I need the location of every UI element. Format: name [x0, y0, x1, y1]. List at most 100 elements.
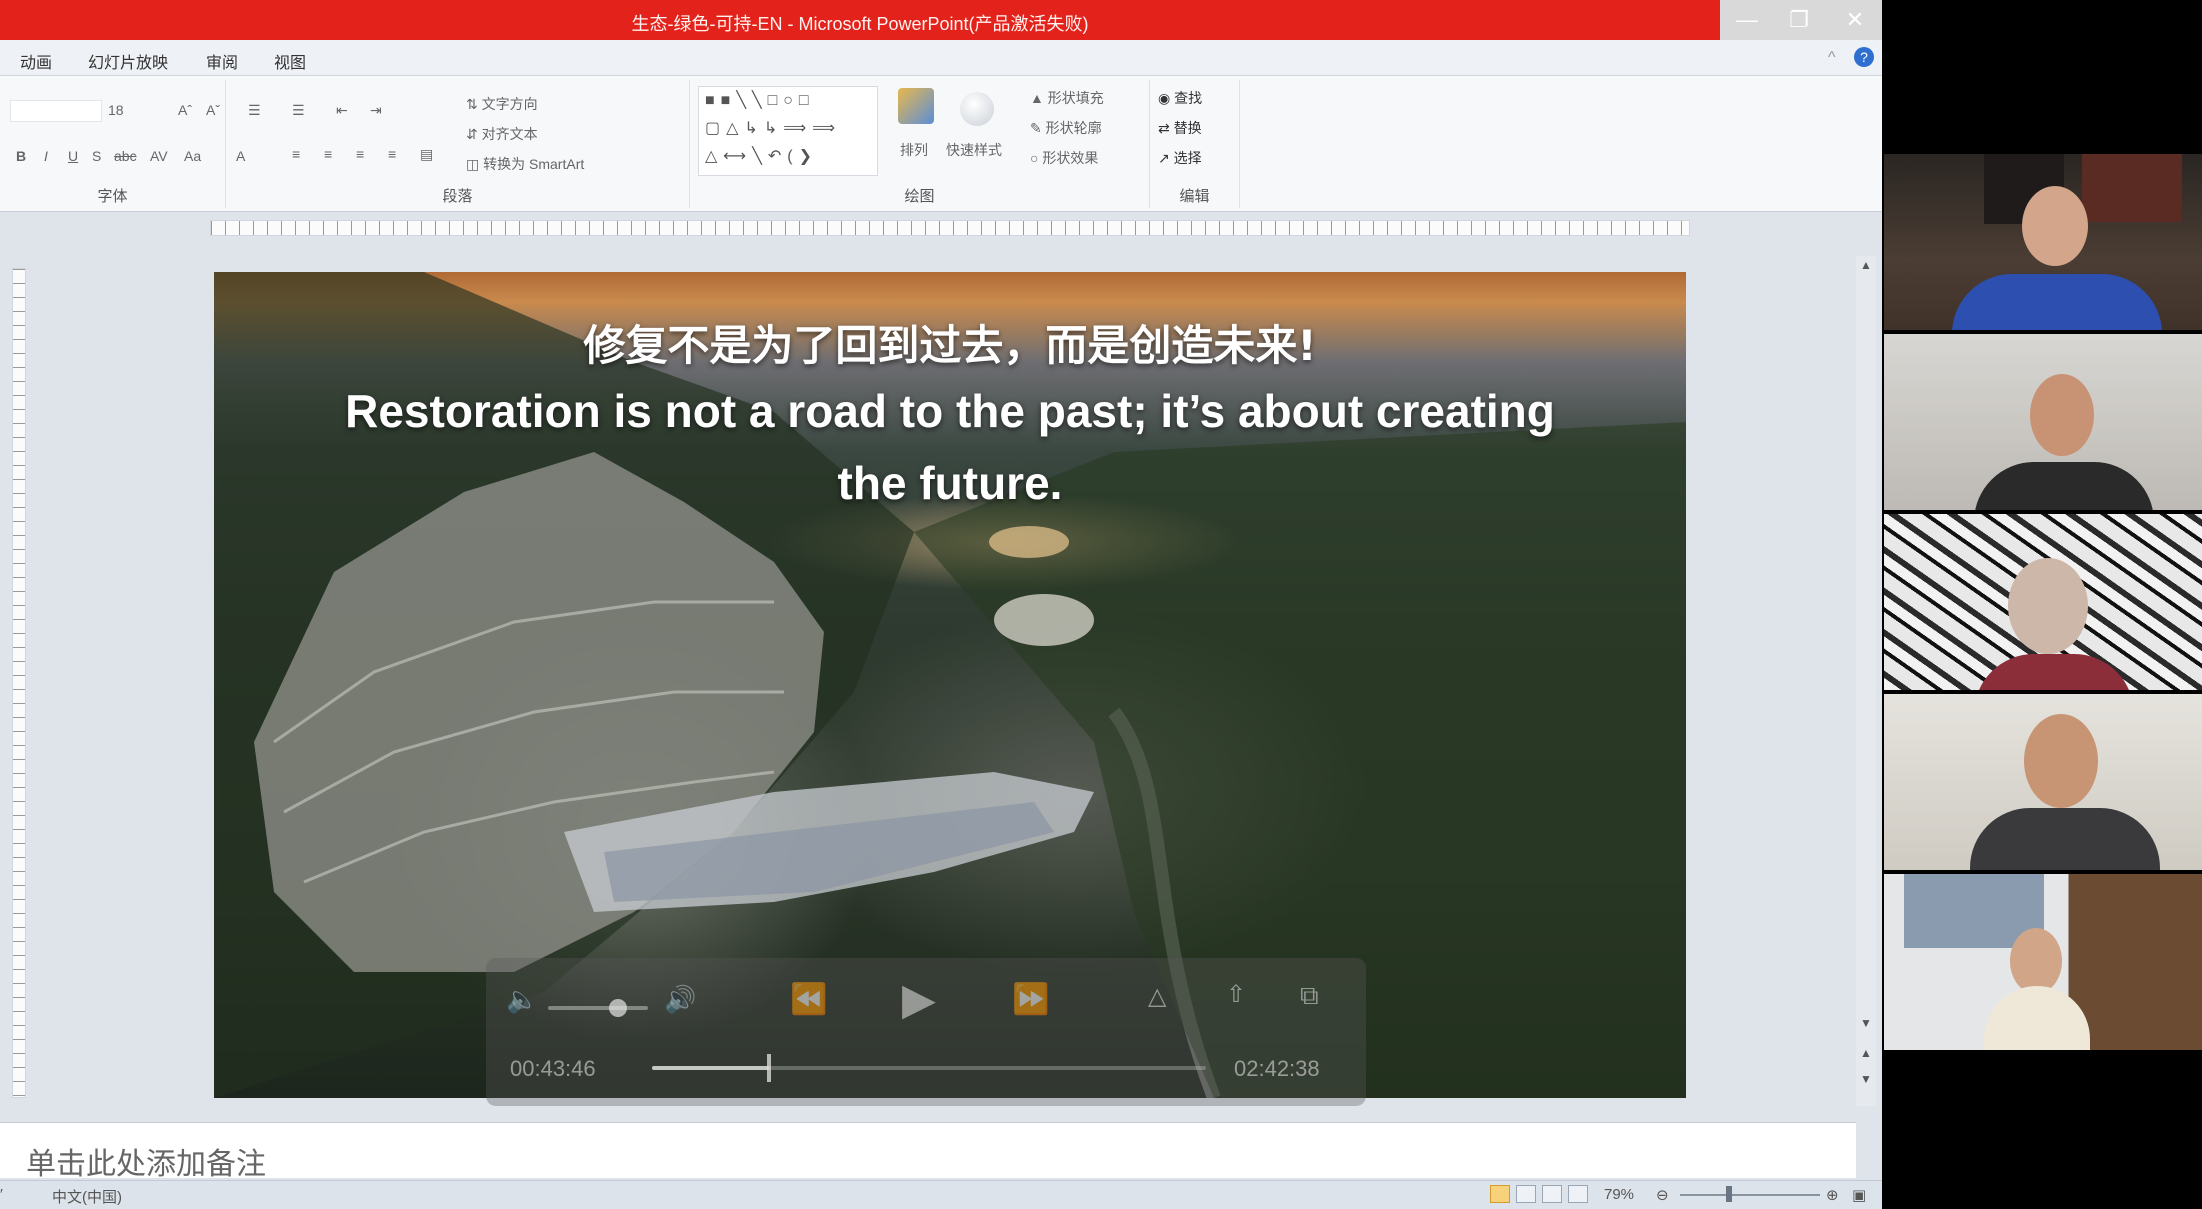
- shadow-icon[interactable]: S: [92, 148, 101, 164]
- text-direction-icon: ⇅: [466, 96, 482, 112]
- zoom-slider[interactable]: [1680, 1194, 1820, 1196]
- ribbon-group-drawing: ■■╲╲□○□ ▢△↳↳⟹⟹ △⟷╲↶(❯ 排列 快速样式 ▲ 形状填充 ✎ 形…: [690, 80, 1150, 208]
- screen: 生态-绿色-可持-EN - Microsoft PowerPoint(产品激活失…: [0, 0, 2202, 1209]
- participant-video-4[interactable]: [1884, 694, 2202, 870]
- align-left-icon[interactable]: ≡: [292, 146, 300, 162]
- smartart-icon: ◫: [466, 156, 484, 172]
- shape-effects-button[interactable]: ○ 形状效果: [1030, 148, 1098, 168]
- participant-video-5[interactable]: [1884, 874, 2202, 1050]
- scroll-down-icon[interactable]: ▼: [1858, 1016, 1874, 1032]
- participant-face: [2010, 928, 2062, 994]
- align-center-icon[interactable]: ≡: [324, 146, 332, 162]
- arrange-icon[interactable]: [898, 88, 934, 124]
- volume-high-icon[interactable]: 🔊: [664, 984, 696, 1015]
- character-spacing-icon[interactable]: AV: [150, 148, 168, 164]
- volume-knob[interactable]: [609, 999, 627, 1017]
- previous-slide-icon[interactable]: ▲: [1858, 1046, 1874, 1062]
- notes-pane[interactable]: 单击此处添加备注: [0, 1122, 1856, 1182]
- zoom-slider-thumb[interactable]: [1726, 1186, 1732, 1202]
- participant-body: [1974, 654, 2134, 690]
- zoom-level[interactable]: 79%: [1604, 1186, 1634, 1203]
- columns-icon[interactable]: ▤: [420, 146, 433, 163]
- participant-video-1[interactable]: [1884, 154, 2202, 330]
- increase-indent-icon[interactable]: ⇥: [370, 102, 382, 119]
- shape-fill-button[interactable]: ▲ 形状填充: [1030, 88, 1104, 108]
- volume-low-icon[interactable]: 🔈: [506, 984, 538, 1015]
- zoom-out-icon[interactable]: ⊖: [1656, 1186, 1669, 1204]
- participants-panel: [1884, 0, 2202, 1209]
- menu-item-animations[interactable]: 动画: [20, 49, 52, 73]
- ribbon-group-editing: ◉ 查找 ⇄ 替换 ↗ 选择 编辑: [1150, 80, 1240, 208]
- align-text-button[interactable]: ⇵ 对齐文本: [466, 124, 538, 144]
- select-button[interactable]: ↗ 选择: [1158, 148, 1202, 168]
- menu-item-review[interactable]: 审阅: [206, 49, 238, 73]
- find-button[interactable]: ◉ 查找: [1158, 88, 1202, 108]
- align-right-icon[interactable]: ≡: [356, 146, 364, 162]
- minimize-button[interactable]: —: [1730, 6, 1764, 34]
- ribbon-group-paragraph: ☰ ☰ ⇤ ⇥ ≡ ≡ ≡ ≡ ▤ ⇅ 文字方向 ⇵ 对齐文本 ◫ 转换为 Sm…: [226, 80, 690, 208]
- shrink-font-icon[interactable]: Aˇ: [206, 102, 220, 118]
- decrease-indent-icon[interactable]: ⇤: [336, 102, 348, 119]
- text-direction-button[interactable]: ⇅ 文字方向: [466, 94, 538, 114]
- next-slide-icon[interactable]: ▼: [1858, 1072, 1874, 1088]
- replace-button[interactable]: ⇄ 替换: [1158, 118, 1202, 138]
- ribbon: 18 Aˆ Aˇ B I U S abc AV Aa A 字体 ☰ ☰ ⇤ ⇥ …: [0, 76, 1882, 212]
- close-button[interactable]: ✕: [1838, 6, 1872, 34]
- shape-outline-button[interactable]: ✎ 形状轮廓: [1030, 118, 1102, 138]
- minimize-icon: —: [1736, 7, 1758, 32]
- share-icon[interactable]: ⇧: [1226, 980, 1246, 1009]
- numbering-icon[interactable]: ☰: [292, 102, 305, 119]
- underline-icon[interactable]: U: [68, 148, 78, 164]
- remaining-time: 02:42:38: [1234, 1056, 1320, 1081]
- bold-icon[interactable]: B: [16, 148, 26, 164]
- airplay-icon[interactable]: △: [1148, 982, 1166, 1011]
- notes-placeholder: 单击此处添加备注: [26, 1147, 266, 1182]
- play-icon[interactable]: ▶: [902, 974, 936, 1025]
- horizontal-ruler: [210, 220, 1690, 236]
- vertical-ruler: [12, 268, 26, 1098]
- normal-view-button[interactable]: [1490, 1185, 1510, 1203]
- slide-sorter-view-button[interactable]: [1516, 1185, 1536, 1203]
- shapes-gallery[interactable]: ■■╲╲□○□ ▢△↳↳⟹⟹ △⟷╲↶(❯: [698, 86, 878, 176]
- rewind-icon[interactable]: ⏪: [790, 982, 827, 1017]
- title-bar: 生态-绿色-可持-EN - Microsoft PowerPoint(产品激活失…: [0, 0, 1882, 40]
- menu-item-slideshow[interactable]: 幻灯片放映: [88, 49, 168, 73]
- change-case-icon[interactable]: Aa: [184, 148, 201, 164]
- bullets-icon[interactable]: ☰: [248, 102, 261, 119]
- ribbon-collapse-icon[interactable]: ^: [1828, 49, 1836, 67]
- justify-icon[interactable]: ≡: [388, 146, 396, 162]
- slideshow-view-button[interactable]: [1568, 1185, 1588, 1203]
- fast-forward-icon[interactable]: ⏩: [1012, 982, 1049, 1017]
- playback-progress-bar[interactable]: [652, 1054, 1206, 1082]
- grow-font-icon[interactable]: Aˆ: [178, 102, 192, 118]
- status-language[interactable]: 中文(中国): [52, 1186, 122, 1207]
- arrange-button[interactable]: 排列: [900, 140, 928, 160]
- scroll-up-icon[interactable]: ▲: [1858, 258, 1874, 274]
- help-icon[interactable]: ?: [1854, 47, 1874, 67]
- participant-body: [1952, 274, 2162, 330]
- picture-in-picture-icon[interactable]: ⧉: [1300, 980, 1319, 1012]
- playback-scrubber[interactable]: [767, 1054, 772, 1082]
- window-title: 生态-绿色-可持-EN - Microsoft PowerPoint(产品激活失…: [631, 14, 1089, 34]
- participant-video-2[interactable]: [1884, 334, 2202, 510]
- participant-video-3[interactable]: [1884, 514, 2202, 690]
- font-name-field[interactable]: [10, 100, 102, 122]
- convert-smartart-button[interactable]: ◫ 转换为 SmartArt: [466, 154, 584, 174]
- participant-face: [2022, 186, 2088, 266]
- vertical-scrollbar[interactable]: ▲ ▼ ▲ ▼: [1856, 256, 1876, 1106]
- font-size-field[interactable]: 18: [108, 102, 124, 118]
- elapsed-time: 00:43:46: [510, 1056, 596, 1081]
- quick-styles-icon[interactable]: [960, 92, 994, 126]
- ribbon-group-font-label: 字体: [97, 188, 128, 205]
- volume-slider[interactable]: [548, 999, 648, 1017]
- italic-icon[interactable]: I: [44, 148, 48, 164]
- restore-button[interactable]: ❐: [1782, 6, 1816, 34]
- reading-view-button[interactable]: [1542, 1185, 1562, 1203]
- participant-body: [1970, 808, 2160, 870]
- fit-to-window-icon[interactable]: ▣: [1852, 1186, 1866, 1204]
- quick-styles-button[interactable]: 快速样式: [946, 140, 1002, 160]
- strikethrough-icon[interactable]: abc: [114, 148, 137, 164]
- participant-body: [1974, 462, 2154, 510]
- menu-item-view[interactable]: 视图: [274, 49, 306, 73]
- zoom-in-icon[interactable]: ⊕: [1826, 1186, 1839, 1204]
